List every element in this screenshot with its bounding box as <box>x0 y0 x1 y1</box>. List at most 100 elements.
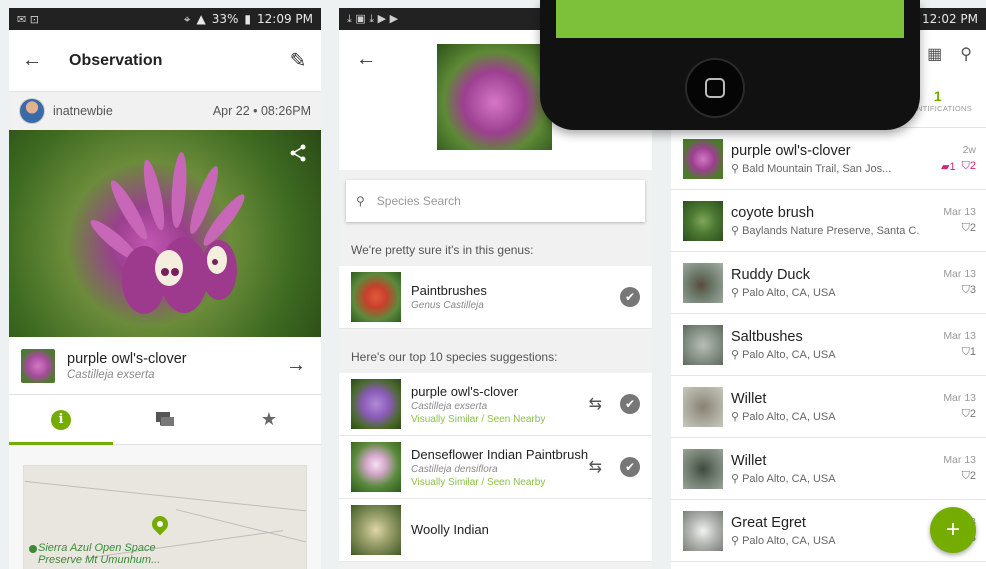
observation-place-text: Palo Alto, CA, USA <box>742 472 836 485</box>
id-count-value: 2 <box>969 470 976 482</box>
map[interactable]: Sierra Azul Open Space Preserve Mt Umunh… <box>23 465 307 569</box>
status-icons: ✉ ⊡ <box>17 12 39 26</box>
observation-row[interactable]: Willet ⚲ Palo Alto, CA, USA Mar 13 ⛉2 <box>671 376 986 438</box>
suggestion-scientific: Castilleja densiflora <box>411 463 498 475</box>
suggestion-name: Woolly Indian <box>411 522 489 537</box>
suggestion-reason: Visually Similar / Seen Nearby <box>411 413 546 425</box>
observation-image <box>683 262 723 303</box>
search-placeholder: Species Search <box>376 194 461 208</box>
suggestion-name: purple owl's-clover <box>411 383 519 399</box>
clock: 12:02 PM <box>922 12 978 26</box>
genus-suggestion[interactable]: Paintbrushes Genus Castilleja ✔ <box>339 266 652 329</box>
observation-row[interactable]: Willet ⚲ Palo Alto, CA, USA Mar 13 ⛉2 <box>671 438 986 500</box>
username: inatnewbie <box>53 104 113 118</box>
share-icon[interactable] <box>289 144 307 167</box>
id-count: ⛉2 <box>961 470 976 482</box>
map-place-line: Sierra Azul Open Space <box>38 542 156 554</box>
map-place-line: Preserve Mt Umunhum... <box>38 554 161 566</box>
tab-info[interactable]: i <box>9 395 113 445</box>
observations-list: purple owl's-clover ⚲ Bald Mountain Trail,… <box>671 128 986 562</box>
map-road <box>175 509 306 544</box>
observation-image <box>683 138 723 179</box>
pencil-icon[interactable]: ✎ <box>285 48 311 74</box>
observation-image <box>683 510 723 551</box>
user-row[interactable]: inatnewbie Apr 22 • 08:26PM <box>9 92 321 130</box>
id-count-value: 2 <box>969 408 976 420</box>
forward-arrow-icon[interactable]: → <box>283 353 309 379</box>
comments-icon <box>156 411 174 426</box>
id-count: ⛉3 <box>961 284 976 296</box>
check-icon[interactable]: ✔ <box>620 287 640 307</box>
observation-name: Willet <box>731 452 767 469</box>
check-icon[interactable]: ✔ <box>620 457 640 477</box>
taxon-row[interactable]: purple owl's-clover Castilleja exserta → <box>9 337 321 395</box>
observation-place-text: Palo Alto, CA, USA <box>742 348 836 361</box>
search-icon[interactable]: ⚲ <box>960 44 972 64</box>
suggestion-scientific: Genus Castilleja <box>411 300 484 311</box>
add-observation-button[interactable]: + <box>930 507 976 553</box>
observation-name: Saltbushes <box>731 328 803 345</box>
observation-image <box>683 386 723 427</box>
observation-image <box>683 448 723 489</box>
back-arrow-icon[interactable]: ← <box>19 48 45 74</box>
back-arrow-icon[interactable]: ← <box>353 46 379 72</box>
observation-place: ⚲ Palo Alto, CA, USA <box>731 472 920 485</box>
grid-icon[interactable]: ▦ <box>927 44 942 64</box>
page-title: Observation <box>69 51 163 69</box>
observation-row[interactable]: coyote brush ⚲ Baylands Nature Preserve, S… <box>671 190 986 252</box>
observation-thumbnail <box>437 44 552 150</box>
map-pin-icon[interactable] <box>148 512 172 536</box>
observation-place: ⚲ Bald Mountain Trail, San Jos... <box>731 162 920 175</box>
observation-name: Ruddy Duck <box>731 266 810 283</box>
observation-place-text: Bald Mountain Trail, San Jos... <box>742 162 892 175</box>
info-icon: i <box>51 409 71 430</box>
observation-name: purple owl's-clover <box>731 142 851 159</box>
observation-place: ⚲ Palo Alto, CA, USA <box>731 348 920 361</box>
observation-place-text: Palo Alto, CA, USA <box>742 534 836 547</box>
observation-place-text: Palo Alto, CA, USA <box>742 410 836 423</box>
id-count: ⛉2 <box>961 408 976 420</box>
id-count-value: 2 <box>969 160 976 172</box>
status-bar: ✉ ⊡ ⌖ ▲ 33% ▮ 12:09 PM <box>9 8 321 30</box>
location-pin-icon: ⚲ <box>731 534 740 547</box>
location-pin-icon: ⚲ <box>731 472 740 485</box>
species-search-input[interactable]: ⚲ Species Search <box>346 180 645 222</box>
map-road <box>24 480 306 513</box>
location-pin-icon: ⚲ <box>731 410 740 423</box>
species-suggestion[interactable]: Woolly Indian <box>339 499 652 562</box>
location-pin-icon: ⚲ <box>731 162 740 175</box>
observation-row[interactable]: purple owl's-clover ⚲ Bald Mountain Trail,… <box>671 128 986 190</box>
observation-place: ⚲ Palo Alto, CA, USA <box>731 410 920 423</box>
species-suggestion[interactable]: Denseflower Indian Paintbrush Castilleja… <box>339 436 652 499</box>
suggestion-image <box>351 272 401 322</box>
location-pin-icon: ⚲ <box>731 286 740 299</box>
id-count: ⛉2 <box>961 222 976 234</box>
observation-row[interactable]: Saltbushes ⚲ Palo Alto, CA, USA Mar 13 ⛉1 <box>671 314 986 376</box>
observation-row[interactable]: Ruddy Duck ⚲ Palo Alto, CA, USA Mar 13 ⛉3 <box>671 252 986 314</box>
observation-photo[interactable] <box>9 130 321 337</box>
genus-header: We're pretty sure it's in this genus: <box>351 243 534 257</box>
stage: ✉ ⊡ ⌖ ▲ 33% ▮ 12:09 PM ← Observation ✎ i… <box>0 0 986 569</box>
suggestion-image <box>351 505 401 555</box>
clock: 12:09 PM <box>257 12 313 26</box>
tab-comments[interactable] <box>113 395 217 444</box>
flower-illustration <box>90 152 245 314</box>
battery-level: 33% <box>211 12 239 26</box>
compare-icon[interactable]: ⇆ <box>589 394 602 414</box>
observation-date: Mar 13 <box>943 206 976 218</box>
app-bar: ← Observation ✎ <box>9 30 321 92</box>
compare-icon[interactable]: ⇆ <box>589 457 602 477</box>
observation-name: Willet <box>731 390 767 407</box>
species-suggestion[interactable]: purple owl's-clover Castilleja exserta V… <box>339 373 652 436</box>
location-icon: ⌖ <box>183 11 191 26</box>
map-place-label: Sierra Azul Open Space Preserve Mt Umunh… <box>38 542 160 566</box>
top-suggestions-header: Here's our top 10 species suggestions: <box>351 350 558 364</box>
star-icon: ★ <box>260 409 278 429</box>
id-count-value: 1 <box>969 346 976 358</box>
taxon-scientific-name: Castilleja exserta <box>67 368 155 381</box>
observation-screen: ✉ ⊡ ⌖ ▲ 33% ▮ 12:09 PM ← Observation ✎ i… <box>9 8 321 569</box>
observation-date: Mar 13 <box>943 268 976 280</box>
tab-favorites[interactable]: ★ <box>217 395 321 444</box>
check-icon[interactable]: ✔ <box>620 394 640 414</box>
observation-date: Apr 22 • 08:26PM <box>212 104 311 118</box>
